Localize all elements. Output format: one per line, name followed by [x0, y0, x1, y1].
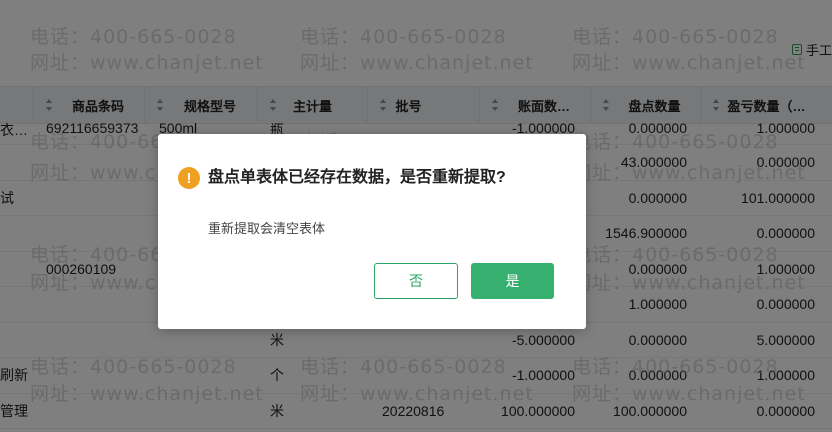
dialog-message: 重新提取会清空表体 [208, 221, 326, 236]
confirm-dialog: ! 盘点单表体已经存在数据，是否重新提取? 重新提取会清空表体 否 是 [158, 134, 586, 329]
no-button[interactable]: 否 [374, 263, 458, 299]
warning-icon: ! [178, 167, 200, 189]
dialog-title: 盘点单表体已经存在数据，是否重新提取? [208, 169, 506, 186]
yes-button[interactable]: 是 [471, 263, 554, 299]
